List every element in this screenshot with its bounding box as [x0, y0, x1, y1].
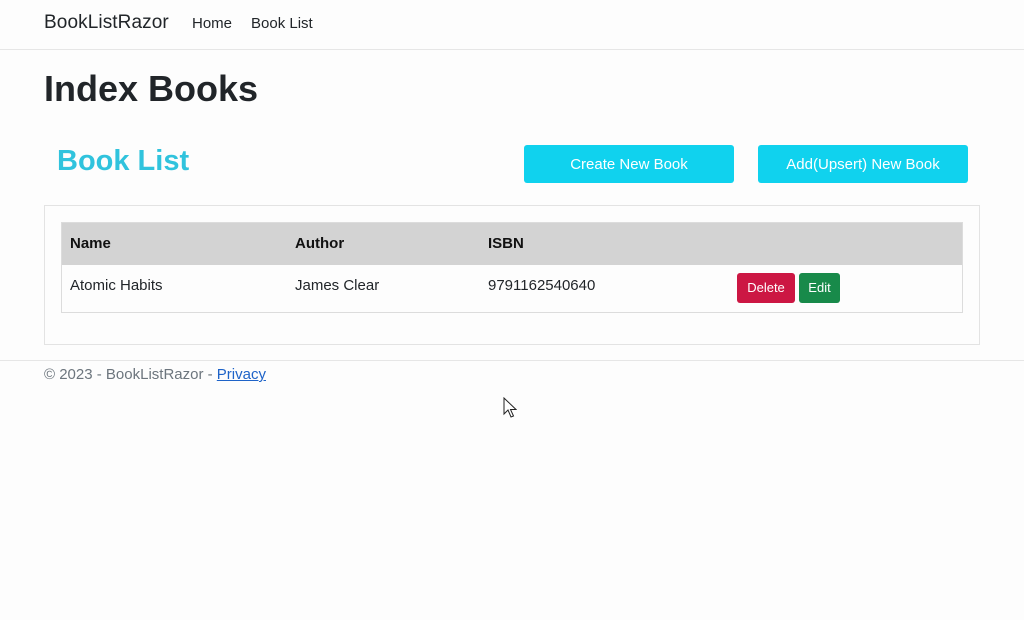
section-title: Book List [57, 145, 190, 177]
upsert-new-book-button[interactable]: Add(Upsert) New Book [758, 145, 968, 183]
footer: © 2023 - BookListRazor - Privacy [44, 366, 266, 383]
book-author-cell: James Clear [295, 277, 380, 294]
book-table: Name Author ISBN Atomic Habits James Cle… [61, 222, 963, 313]
table-header-row: Name Author ISBN [62, 223, 962, 265]
navbar-brand[interactable]: BookListRazor [44, 12, 169, 34]
nav-link-book-list[interactable]: Book List [251, 15, 313, 32]
table-row: Atomic Habits James Clear 9791162540640 … [62, 265, 962, 312]
footer-divider [0, 360, 1024, 361]
book-isbn-cell: 9791162540640 [488, 277, 596, 294]
mouse-pointer-icon [503, 397, 517, 418]
delete-button[interactable]: Delete [737, 273, 795, 303]
privacy-link[interactable]: Privacy [217, 366, 266, 383]
column-header-isbn: ISBN [488, 235, 524, 252]
create-new-book-button[interactable]: Create New Book [524, 145, 734, 183]
column-header-name: Name [70, 235, 111, 252]
edit-button[interactable]: Edit [799, 273, 840, 303]
book-name-cell: Atomic Habits [70, 277, 163, 294]
top-navbar: BookListRazor Home Book List [0, 0, 1024, 50]
page-title: Index Books [44, 68, 259, 109]
footer-copyright: © 2023 - BookListRazor - [44, 366, 217, 383]
column-header-author: Author [295, 235, 345, 252]
nav-link-home[interactable]: Home [192, 15, 232, 32]
